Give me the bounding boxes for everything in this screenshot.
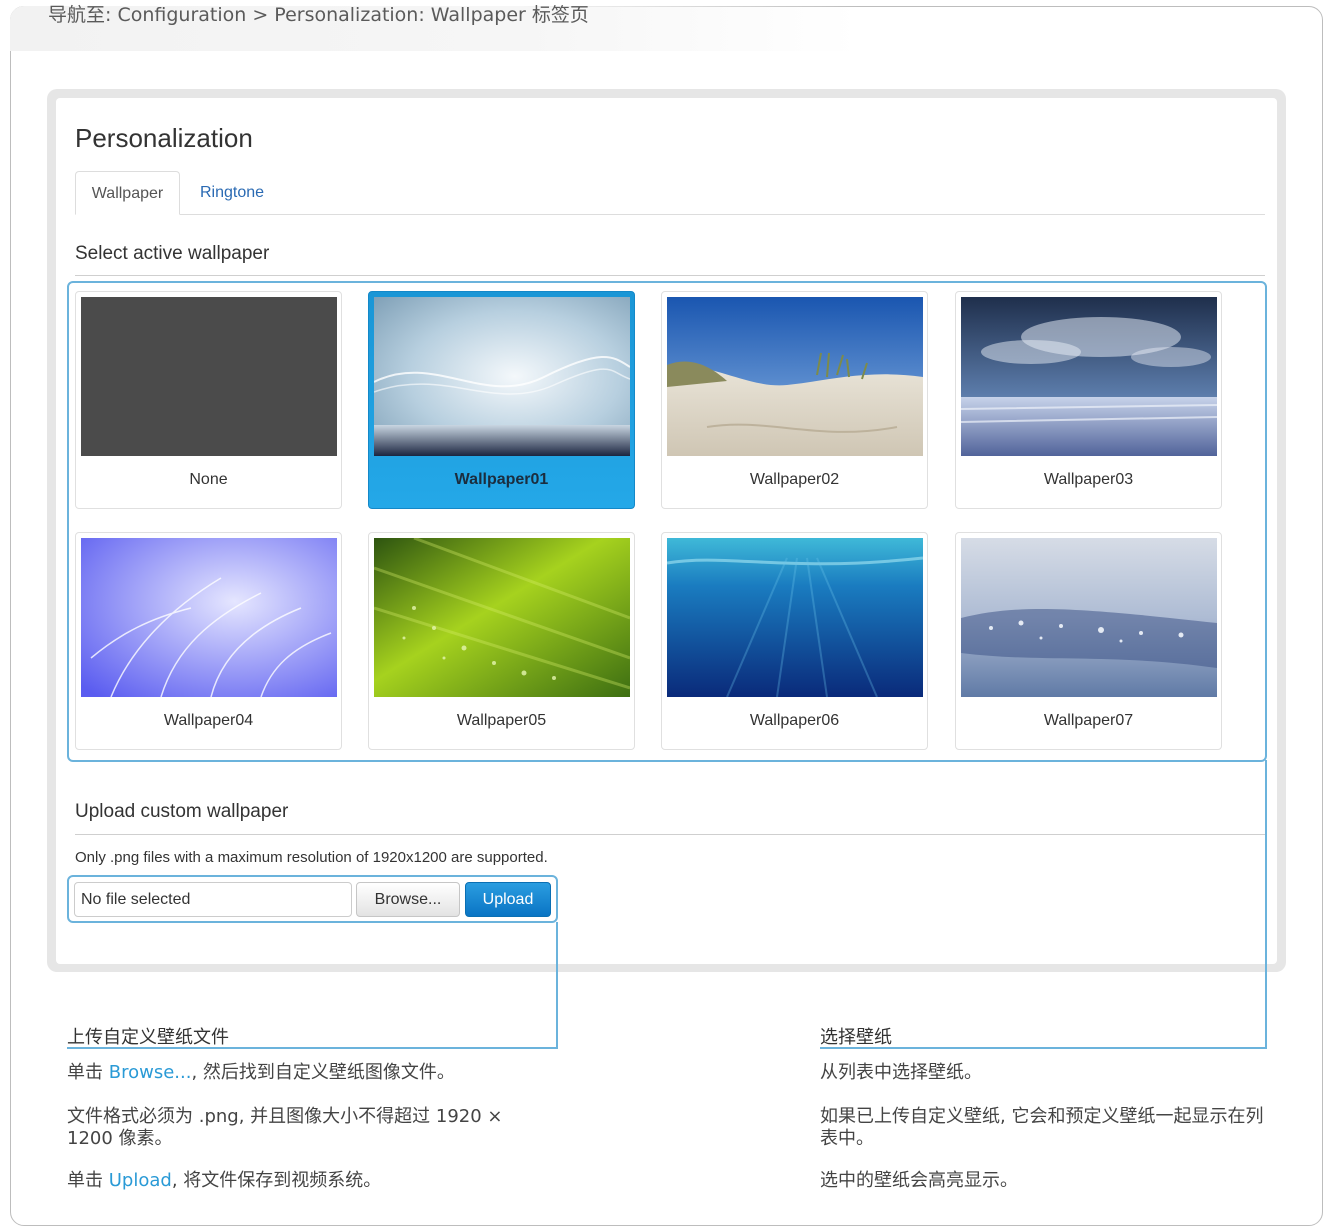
select-annotation-step1: 从列表中选择壁纸。	[820, 1062, 982, 1083]
upload-wallpaper-title: Upload custom wallpaper	[75, 801, 289, 822]
upload-callout-connector	[556, 922, 558, 1048]
upload-controls-highlight	[67, 875, 558, 923]
select-wallpaper-rule	[75, 275, 1265, 276]
upload-annotation-step3: 单击 Upload, 将文件保存到视频系统。	[67, 1170, 537, 1192]
text-fragment: , 然后找到自定义壁纸图像文件。	[191, 1062, 455, 1083]
upload-note: Only .png files with a maximum resolutio…	[75, 849, 548, 866]
browse-link: Browse...	[108, 1062, 192, 1083]
wallpaper-grid-highlight	[67, 281, 1267, 762]
text-fragment: 单击	[67, 1170, 109, 1191]
select-annotation-step3: 选中的壁纸会高亮显示。	[820, 1170, 1018, 1191]
upload-wallpaper-rule	[75, 834, 1265, 835]
select-annotation-heading: 选择壁纸	[820, 1027, 892, 1048]
upload-link: Upload	[108, 1170, 172, 1191]
tab-ringtone[interactable]: Ringtone	[184, 171, 280, 215]
upload-annotation-heading: 上传自定义壁纸文件	[67, 1027, 229, 1048]
tab-wallpaper[interactable]: Wallpaper	[75, 171, 180, 215]
select-wallpaper-title: Select active wallpaper	[75, 243, 270, 264]
upload-annotation-step2: 文件格式必须为 .png, 并且图像大小不得超过 1920 × 1200 像素。	[67, 1106, 503, 1149]
text-fragment: 单击	[67, 1062, 109, 1083]
select-annotation-step2: 如果已上传自定义壁纸, 它会和预定义壁纸一起显示在列表中。	[820, 1106, 1264, 1149]
select-callout-connector	[1265, 760, 1267, 1048]
upload-annotation-step1: 单击 Browse..., 然后找到自定义壁纸图像文件。	[67, 1062, 537, 1084]
page-title: Personalization	[75, 123, 253, 153]
nav-hint: 导航至: Configuration > Personalization: Wa…	[48, 4, 589, 26]
text-fragment: , 将文件保存到视频系统。	[171, 1170, 382, 1191]
